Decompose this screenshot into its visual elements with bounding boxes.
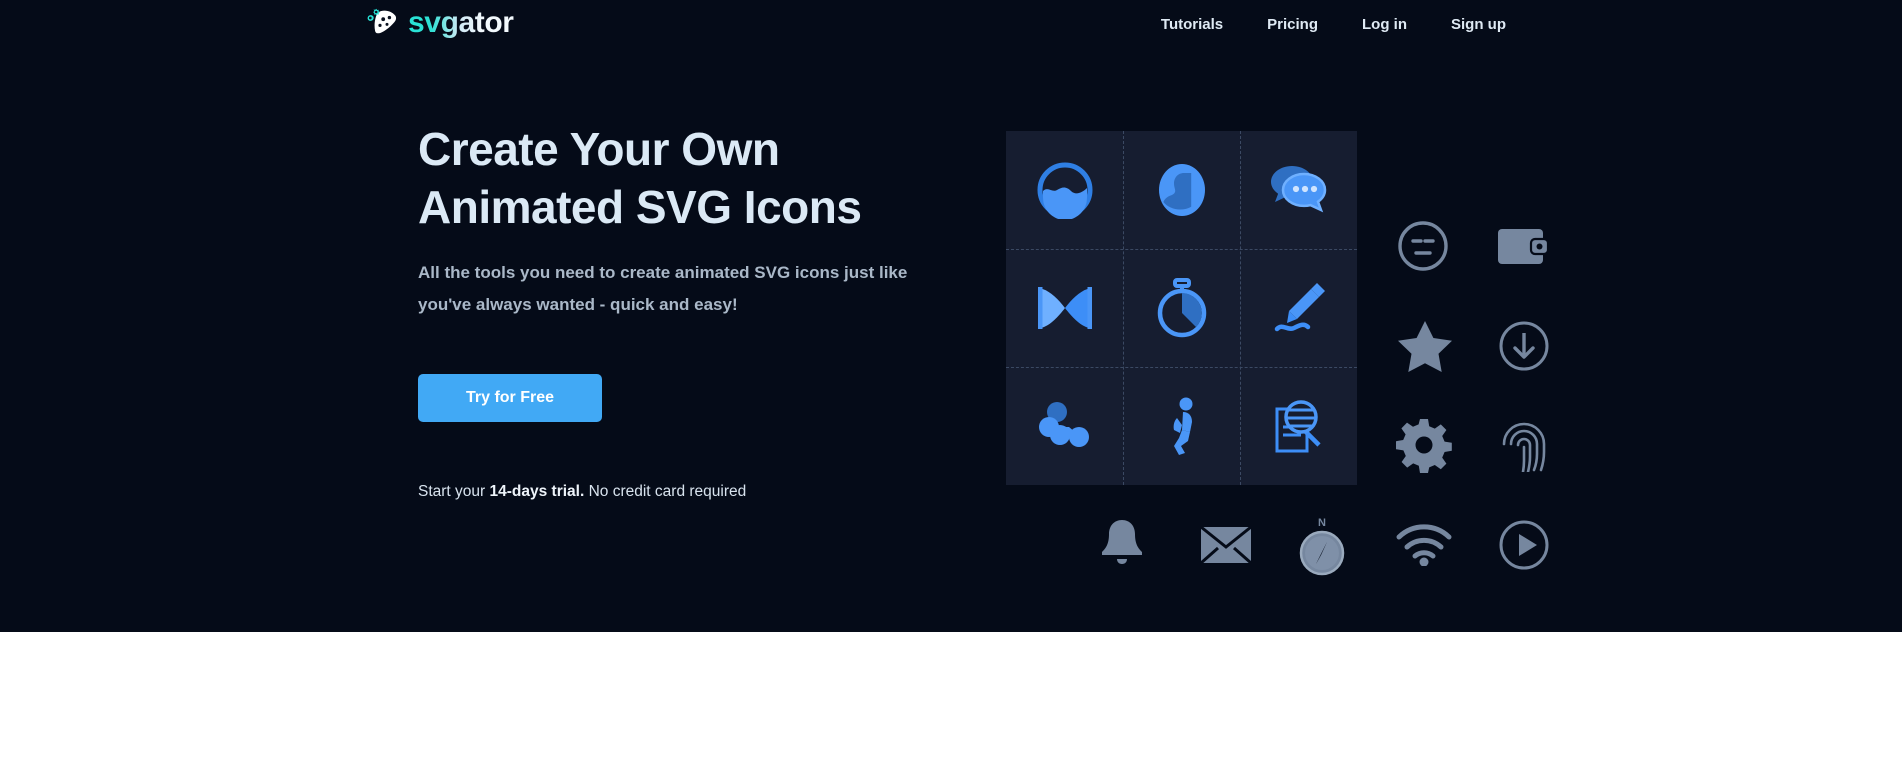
trial-note: Start your 14-days trial. No credit card…: [418, 481, 958, 503]
circle-fill-icon[interactable]: [1006, 131, 1123, 249]
headline-line-2: Animated SVG Icons: [418, 181, 862, 233]
nav-pricing[interactable]: Pricing: [1245, 14, 1340, 36]
wifi-icon[interactable]: [1395, 524, 1453, 566]
page-root: svgator Tutorials Pricing Log in Sign up…: [0, 0, 1902, 762]
envelope-icon[interactable]: [1200, 526, 1252, 564]
trial-prefix: Start your: [418, 483, 490, 500]
site-header: svgator Tutorials Pricing Log in Sign up: [0, 0, 1902, 50]
wallet-icon[interactable]: [1497, 228, 1549, 265]
page-body-below-fold: [0, 632, 1902, 762]
svg-text:N: N: [1318, 517, 1326, 529]
running-person-icon[interactable]: [1123, 367, 1240, 485]
trial-highlight: 14-days trial.: [489, 483, 585, 500]
neutral-face-icon[interactable]: [1397, 220, 1449, 272]
svgator-mask-icon: [366, 8, 399, 38]
stopwatch-icon[interactable]: [1123, 249, 1240, 367]
trial-suffix: No credit card required: [584, 483, 747, 500]
gear-icon[interactable]: [1395, 418, 1453, 474]
page-title: Create Your Own Animated SVG Icons: [418, 120, 958, 236]
hero-subheadline: All the tools you need to create animate…: [418, 263, 908, 314]
try-for-free-button[interactable]: Try for Free: [418, 374, 602, 422]
chat-bubbles-icon[interactable]: [1240, 131, 1357, 249]
main-navigation: Tutorials Pricing Log in Sign up: [1139, 14, 1528, 36]
user-avatar-icon[interactable]: [1123, 131, 1240, 249]
molecule-icon[interactable]: [1006, 367, 1123, 485]
nav-tutorials[interactable]: Tutorials: [1139, 14, 1245, 36]
play-circle-icon[interactable]: [1498, 519, 1550, 571]
bell-icon[interactable]: [1098, 518, 1146, 570]
logo-text: svgator: [408, 6, 514, 39]
hero-copy: Create Your Own Animated SVG Icons All t…: [418, 120, 958, 503]
star-icon[interactable]: [1397, 320, 1453, 372]
download-circle-icon[interactable]: [1498, 320, 1550, 372]
fingerprint-icon[interactable]: [1500, 414, 1548, 472]
animated-icon-grid: [1006, 131, 1357, 485]
nav-login[interactable]: Log in: [1340, 14, 1429, 36]
compass-icon[interactable]: N: [1296, 515, 1348, 577]
search-document-icon[interactable]: [1240, 367, 1357, 485]
nav-signup[interactable]: Sign up: [1429, 14, 1528, 36]
hero-section: svgator Tutorials Pricing Log in Sign up…: [0, 0, 1902, 632]
headline-line-1: Create Your Own: [418, 123, 780, 175]
logo[interactable]: svgator: [366, 8, 514, 38]
pencil-draw-icon[interactable]: [1240, 249, 1357, 367]
bowtie-icon[interactable]: [1006, 249, 1123, 367]
